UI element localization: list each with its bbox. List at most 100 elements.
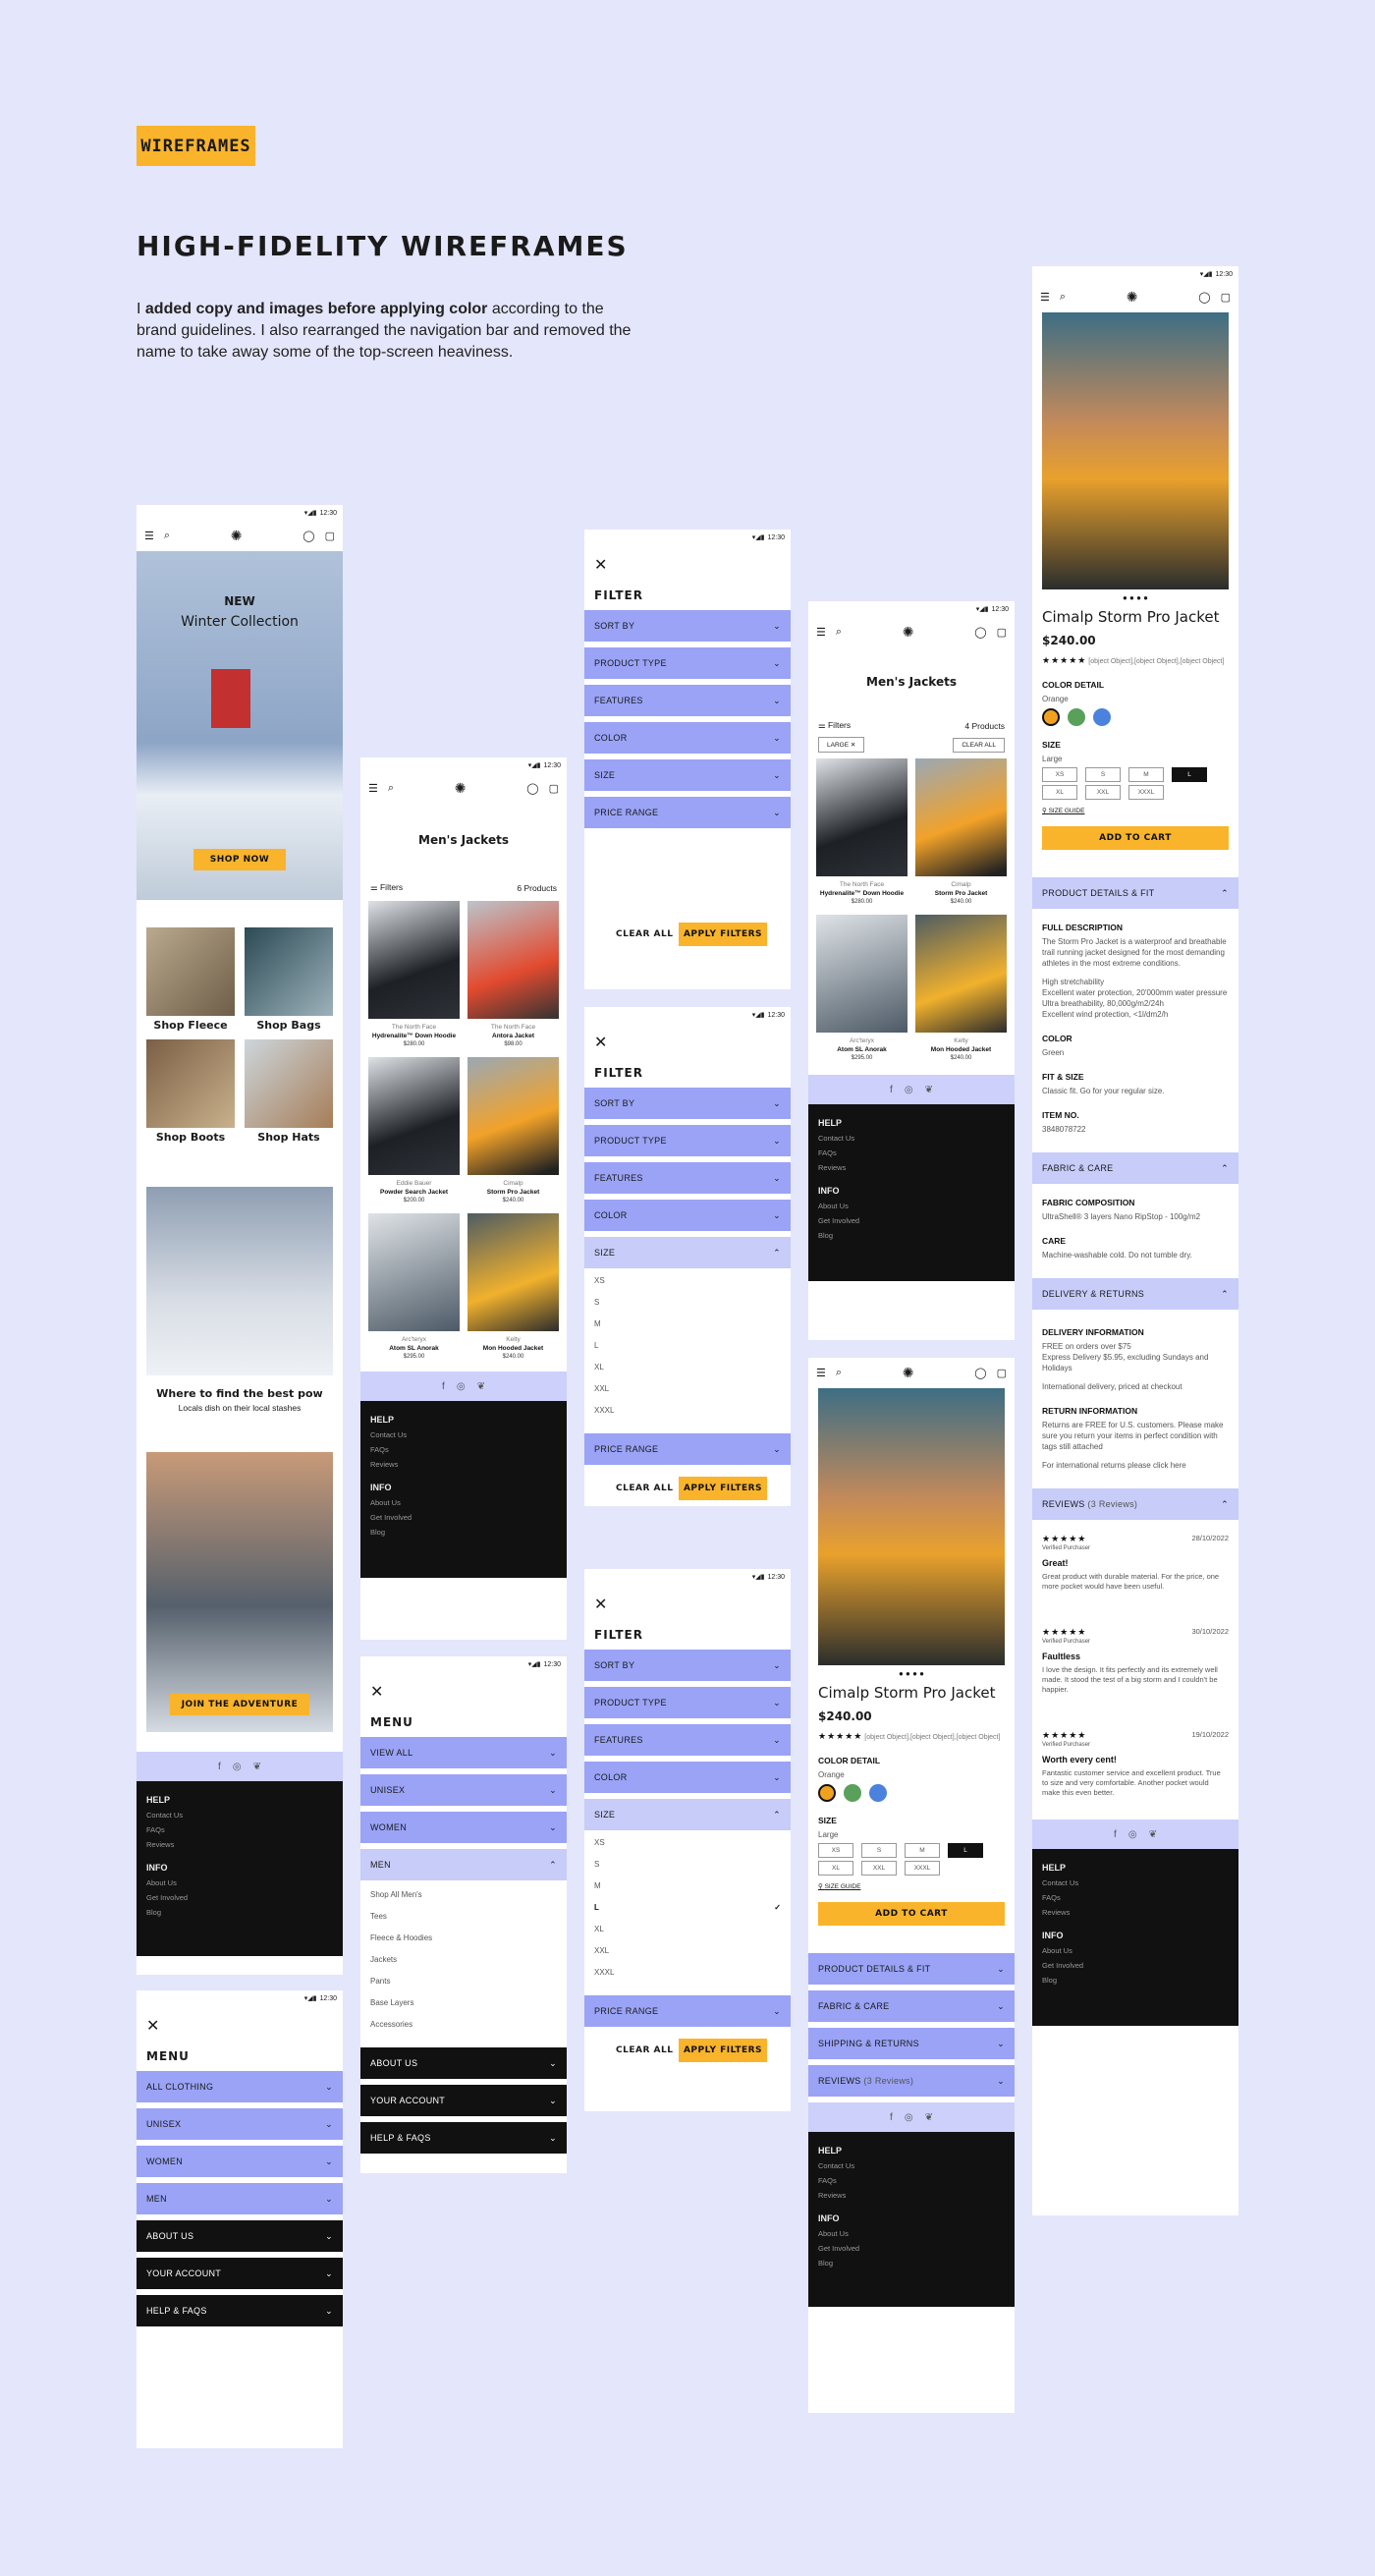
account-icon[interactable]: ◯ (974, 1367, 986, 1379)
size-chip[interactable]: XXL (861, 1861, 897, 1876)
submenu-item[interactable]: Pants (370, 1977, 557, 1986)
search-icon[interactable]: ⌕ (164, 530, 170, 542)
footer-link[interactable]: About Us (370, 1498, 557, 1507)
size-chip[interactable]: S (1085, 767, 1121, 782)
menu-item-dark[interactable]: YOUR ACCOUNT ⌄ (360, 2085, 567, 2116)
clear-all-button[interactable]: CLEAR ALL (616, 929, 673, 939)
footer-link[interactable]: Reviews (1042, 1908, 1229, 1917)
close-icon[interactable]: ✕ (584, 545, 791, 581)
filter-item[interactable]: PRODUCT TYPE ⌄ (584, 647, 791, 679)
submenu-item[interactable]: Base Layers (370, 1998, 557, 2007)
filter-chip[interactable]: LARGE ✕ (818, 737, 865, 753)
category-fleece[interactable]: Shop Fleece (146, 927, 235, 1032)
footer-link[interactable]: About Us (818, 1202, 1005, 1210)
apply-filters-button[interactable]: APPLY FILTERS (679, 923, 767, 946)
size-chip[interactable]: XL (818, 1861, 853, 1876)
menu-item-men[interactable]: MEN ⌃ (360, 1849, 567, 1880)
filter-item[interactable]: SORT BY ⌄ (584, 1088, 791, 1119)
instagram-icon[interactable]: ◎ (233, 1762, 242, 1772)
filters-button[interactable]: ⚌ Filters (370, 882, 403, 893)
filter-item[interactable]: SIZE ⌄ (584, 759, 791, 791)
close-icon[interactable]: ✕ (584, 1023, 791, 1058)
footer-link[interactable]: Blog (370, 1528, 557, 1537)
size-option[interactable]: S (594, 1860, 781, 1869)
close-icon[interactable]: ✕ (137, 2006, 343, 2042)
facebook-icon[interactable]: f (890, 2112, 893, 2123)
search-icon[interactable]: ⌕ (388, 782, 394, 795)
bag-icon[interactable]: ▢ (325, 530, 335, 542)
filter-item[interactable]: PRODUCT TYPE ⌄ (584, 1687, 791, 1718)
logo-icon[interactable]: ✺ (231, 528, 243, 544)
footer-link[interactable]: FAQs (370, 1445, 557, 1454)
twitter-icon[interactable]: ❦ (1149, 1829, 1157, 1840)
filter-item[interactable]: PRODUCT TYPE ⌄ (584, 1125, 791, 1156)
product-card[interactable]: Arc'teryx Atom SL Anorak $295.00 (368, 1213, 460, 1362)
bag-icon[interactable]: ▢ (549, 782, 559, 795)
size-option[interactable]: XXL (594, 1384, 781, 1393)
product-card[interactable]: Eddie Bauer Powder Search Jacket $200.00 (368, 1057, 460, 1205)
menu-item[interactable]: WOMEN ⌄ (360, 1812, 567, 1843)
filter-item[interactable]: COLOR ⌄ (584, 1762, 791, 1793)
clear-all-button[interactable]: CLEAR ALL (616, 1484, 673, 1493)
clear-all-button[interactable]: CLEAR ALL (616, 2045, 673, 2055)
footer-link[interactable]: About Us (1042, 1946, 1229, 1955)
menu-icon[interactable]: ☰ (816, 1367, 826, 1379)
menu-icon[interactable]: ☰ (816, 626, 826, 639)
facebook-icon[interactable]: f (1114, 1829, 1117, 1840)
footer-link[interactable]: About Us (818, 2229, 1005, 2238)
menu-item[interactable]: WOMEN ⌄ (137, 2146, 343, 2177)
size-chip[interactable]: XS (818, 1843, 853, 1858)
size-option[interactable]: XS (594, 1276, 781, 1285)
menu-item[interactable]: UNISEX ⌄ (137, 2108, 343, 2140)
footer-link[interactable]: Get Involved (1042, 1961, 1229, 1970)
review-count[interactable]: [object Object],[object Object],[object … (864, 1734, 1000, 1741)
filter-item[interactable]: PRICE RANGE ⌄ (584, 797, 791, 828)
filters-button[interactable]: ⚌ Filters (818, 720, 851, 731)
product-card[interactable]: Arc'teryx Atom SL Anorak $295.00 (816, 915, 908, 1063)
footer-link[interactable]: Get Involved (818, 1216, 1005, 1225)
size-option[interactable]: XXXL (594, 1968, 781, 1977)
filter-item-size[interactable]: SIZE ⌃ (584, 1237, 791, 1268)
swatch-orange[interactable] (818, 1784, 836, 1802)
product-card[interactable]: The North Face Hydrenalite™ Down Hoodie $2… (816, 758, 908, 907)
swatch-blue[interactable] (869, 1784, 887, 1802)
filter-item[interactable]: FEATURES ⌄ (584, 1162, 791, 1194)
category-bags[interactable]: Shop Bags (245, 927, 333, 1032)
footer-link[interactable]: FAQs (1042, 1893, 1229, 1902)
shop-now-button[interactable]: SHOP NOW (193, 849, 286, 870)
instagram-icon[interactable]: ◎ (905, 2112, 913, 2123)
product-card[interactable]: Kelty Mon Hooded Jacket $240.00 (915, 915, 1007, 1063)
footer-link[interactable]: Blog (146, 1908, 333, 1917)
menu-icon[interactable]: ☰ (368, 782, 378, 795)
menu-item[interactable]: MEN ⌄ (137, 2183, 343, 2214)
carousel-dots[interactable]: ● ● ● ● (808, 1669, 1015, 1678)
product-card[interactable]: The North Face Antora Jacket $98.00 (468, 901, 559, 1049)
category-hats[interactable]: Shop Hats (245, 1039, 333, 1144)
instagram-icon[interactable]: ◎ (905, 1085, 913, 1095)
category-boots[interactable]: Shop Boots (146, 1039, 235, 1144)
filter-item[interactable]: SORT BY ⌄ (584, 1650, 791, 1681)
size-option[interactable]: L (594, 1341, 781, 1350)
apply-filters-button[interactable]: APPLY FILTERS (679, 2039, 767, 2062)
close-icon[interactable]: ✕ (584, 1585, 791, 1620)
menu-item-dark[interactable]: ABOUT US ⌄ (360, 2047, 567, 2079)
size-chip[interactable]: XXL (1085, 785, 1121, 800)
submenu-item[interactable]: Tees (370, 1912, 557, 1921)
menu-item-dark[interactable]: ABOUT US ⌄ (137, 2220, 343, 2252)
section-accordion[interactable]: FABRIC & CARE ⌄ (808, 1990, 1015, 2022)
logo-icon[interactable]: ✺ (903, 624, 914, 641)
bag-icon[interactable]: ▢ (997, 1367, 1007, 1379)
filter-item[interactable]: COLOR ⌄ (584, 1200, 791, 1231)
join-adventure-button[interactable]: JOIN THE ADVENTURE (170, 1694, 309, 1715)
submenu-item[interactable]: Shop All Men's (370, 1890, 557, 1899)
menu-item[interactable]: ALL CLOTHING ⌄ (137, 2071, 343, 2102)
footer-link[interactable]: FAQs (146, 1825, 333, 1834)
menu-item[interactable]: VIEW ALL ⌄ (360, 1737, 567, 1768)
footer-link[interactable]: Get Involved (370, 1513, 557, 1522)
submenu-item[interactable]: Fleece & Hoodies (370, 1933, 557, 1942)
logo-icon[interactable]: ✺ (455, 780, 467, 797)
close-icon[interactable]: ✕ (360, 1672, 567, 1708)
filter-item-size[interactable]: SIZE ⌃ (584, 1799, 791, 1830)
footer-link[interactable]: Contact Us (1042, 1878, 1229, 1887)
footer-link[interactable]: Get Involved (146, 1893, 333, 1902)
